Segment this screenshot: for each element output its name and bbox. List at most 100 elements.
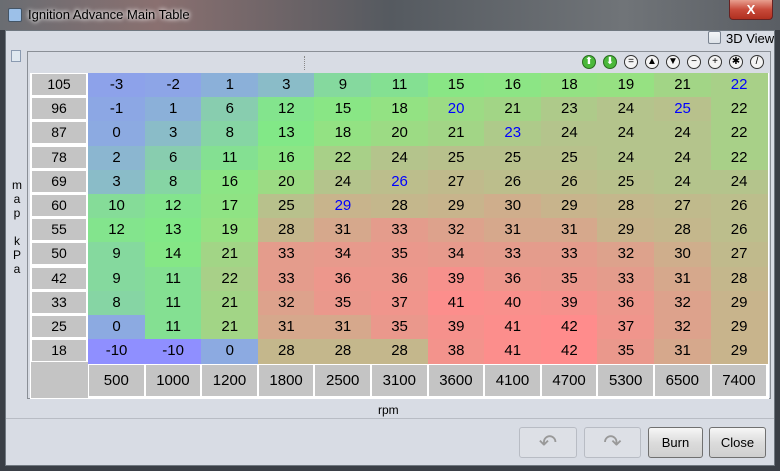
y-axis-cell[interactable]: 55 [31, 218, 87, 242]
table-cell[interactable]: 33 [257, 266, 315, 292]
table-cell[interactable]: 16 [201, 169, 259, 195]
table-cell[interactable]: 34 [314, 242, 372, 268]
table-cell[interactable]: 8 [201, 121, 259, 147]
y-axis-cell[interactable]: 18 [31, 339, 87, 363]
table-cell[interactable]: 41 [484, 315, 542, 340]
table-cell[interactable]: 32 [654, 290, 712, 316]
table-cell[interactable]: 24 [654, 121, 712, 147]
table-cell[interactable]: 39 [427, 266, 485, 292]
table-cell[interactable]: 12 [257, 97, 315, 122]
table-cell[interactable]: 23 [484, 121, 542, 147]
table-cell[interactable]: 3 [144, 121, 202, 147]
equals-icon[interactable]: = [624, 55, 638, 69]
table-cell[interactable]: 16 [257, 145, 315, 171]
table-cell[interactable]: 23 [540, 97, 598, 122]
table-cell[interactable]: 13 [144, 218, 202, 243]
table-cell[interactable]: 29 [314, 194, 372, 219]
table-cell[interactable]: 11 [201, 145, 259, 171]
table-cell[interactable]: 22 [710, 121, 768, 147]
multiply-icon[interactable]: ✱ [729, 55, 743, 69]
table-cell[interactable]: 33 [597, 266, 655, 292]
table-cell[interactable]: 0 [201, 339, 259, 364]
close-button[interactable]: Close [709, 427, 766, 458]
table-cell[interactable]: 35 [540, 266, 598, 292]
table-cell[interactable]: 10 [88, 194, 146, 219]
x-axis-cell[interactable]: 1200 [201, 364, 258, 397]
table-cell[interactable]: 25 [654, 97, 712, 122]
table-cell[interactable]: 19 [201, 218, 259, 243]
table-cell[interactable]: 0 [88, 315, 146, 340]
table-cell[interactable]: 28 [710, 266, 768, 292]
redo-button[interactable]: ↷ [584, 427, 641, 458]
table-cell[interactable]: 29 [540, 194, 598, 219]
table-cell[interactable]: 30 [654, 242, 712, 268]
table-cell[interactable]: 33 [257, 242, 315, 268]
minus-icon[interactable]: − [687, 55, 701, 69]
edit-icon[interactable] [11, 50, 21, 62]
x-axis-cell[interactable]: 2500 [314, 364, 371, 397]
table-cell[interactable]: 22 [710, 145, 768, 171]
table-cell[interactable]: 24 [654, 169, 712, 195]
table-cell[interactable]: 28 [314, 339, 372, 364]
plus-icon[interactable]: + [708, 55, 722, 69]
table-cell[interactable]: 26 [484, 169, 542, 195]
table-cell[interactable]: 32 [257, 290, 315, 316]
table-cell[interactable]: 25 [540, 145, 598, 171]
table-cell[interactable]: 16 [484, 73, 542, 98]
table-cell[interactable]: 31 [654, 266, 712, 292]
x-axis-cell[interactable]: 4100 [484, 364, 541, 397]
x-axis-cell[interactable]: 6500 [654, 364, 711, 397]
table-cell[interactable]: 29 [710, 339, 768, 364]
table-cell[interactable]: 42 [540, 315, 598, 340]
table-cell[interactable]: -2 [144, 73, 202, 98]
table-cell[interactable]: 29 [710, 290, 768, 316]
y-axis-cell[interactable]: 25 [31, 315, 87, 338]
table-cell[interactable]: 29 [710, 315, 768, 340]
y-axis-cell[interactable]: 33 [31, 290, 87, 314]
table-cell[interactable]: 35 [597, 339, 655, 364]
table-cell[interactable]: 33 [371, 218, 429, 243]
table-cell[interactable]: 19 [597, 73, 655, 98]
table-cell[interactable]: 24 [314, 169, 372, 195]
table-cell[interactable]: 29 [427, 194, 485, 219]
table-cell[interactable]: 36 [371, 266, 429, 292]
table-cell[interactable]: 36 [597, 290, 655, 316]
table-cell[interactable]: 25 [427, 145, 485, 171]
table-cell[interactable]: 11 [144, 290, 202, 316]
color-icon[interactable]: / [750, 55, 764, 69]
table-cell[interactable]: 28 [257, 218, 315, 243]
table-cell[interactable]: 12 [88, 218, 146, 243]
table-cell[interactable]: 17 [201, 194, 259, 219]
table-cell[interactable]: 22 [201, 266, 259, 292]
x-axis-cell[interactable]: 5300 [597, 364, 654, 397]
undo-button[interactable]: ↶ [519, 427, 577, 458]
table-cell[interactable]: 28 [654, 218, 712, 243]
table-cell[interactable]: 22 [710, 73, 768, 98]
table-cell[interactable]: 24 [371, 145, 429, 171]
table-cell[interactable]: 18 [540, 73, 598, 98]
table-cell[interactable]: 20 [371, 121, 429, 147]
table-cell[interactable]: 41 [484, 339, 542, 364]
table-cell[interactable]: 21 [201, 315, 259, 340]
table-cell[interactable]: 32 [427, 218, 485, 243]
table-cell[interactable]: 21 [201, 290, 259, 316]
decrease-icon[interactable]: ▼ [666, 55, 680, 69]
table-cell[interactable]: 25 [597, 169, 655, 195]
table-cell[interactable]: 0 [88, 121, 146, 147]
y-axis-cell[interactable]: 50 [31, 242, 87, 266]
table-cell[interactable]: 18 [314, 121, 372, 147]
table-cell[interactable]: 40 [484, 290, 542, 316]
y-axis-cell[interactable]: 105 [31, 73, 87, 96]
table-cell[interactable]: 37 [597, 315, 655, 340]
table-cell[interactable]: 6 [144, 145, 202, 171]
table-cell[interactable]: 28 [257, 339, 315, 364]
table-cell[interactable]: 42 [540, 339, 598, 364]
table-cell[interactable]: 33 [540, 242, 598, 268]
table-cell[interactable]: 8 [144, 169, 202, 195]
table-cell[interactable]: 26 [540, 169, 598, 195]
table-cell[interactable]: 8 [88, 290, 146, 316]
table-cell[interactable]: 35 [371, 315, 429, 340]
table-cell[interactable]: 24 [597, 121, 655, 147]
table-cell[interactable]: 32 [597, 242, 655, 268]
window-close-button[interactable]: X [729, 0, 773, 20]
